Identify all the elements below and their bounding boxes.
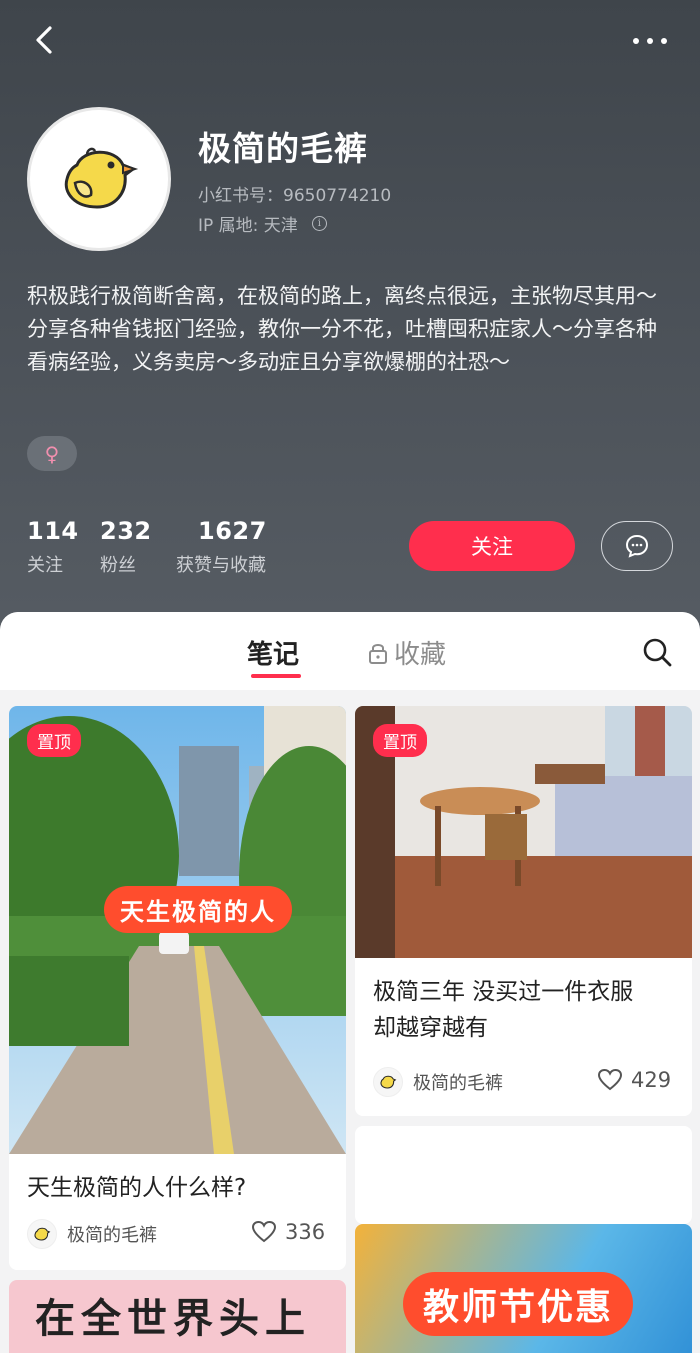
message-button[interactable] xyxy=(601,521,673,571)
tab-active-indicator xyxy=(251,674,301,678)
stat-value: 232 xyxy=(100,517,152,545)
note-card-placeholder xyxy=(355,1126,692,1224)
chick-logo-icon xyxy=(380,1075,397,1089)
ip-location-row: IP 属地: 天津 i xyxy=(198,211,327,236)
author-avatar xyxy=(27,1219,57,1249)
note-card[interactable]: 在全世界头上 xyxy=(9,1280,346,1353)
stat-label: 获赞与收藏 xyxy=(176,555,266,576)
note-card[interactable]: 置顶 极简三年 没买过一件衣服 却越穿越有 极简的毛裤 429 xyxy=(355,706,692,1116)
chick-logo-icon xyxy=(34,1227,51,1241)
author-name: 极简的毛裤 xyxy=(413,1073,503,1094)
like-count-value: 336 xyxy=(285,1220,326,1244)
note-author[interactable]: 极简的毛裤 xyxy=(373,1067,503,1097)
gender-female-icon: ♀ xyxy=(27,436,77,471)
bio: 积极践行极简断舍离，在极简的路上，离终点很远，主张物尽其用～ 分享各种省钱抠门经… xyxy=(27,280,677,379)
author-avatar xyxy=(373,1067,403,1097)
like-count-value: 429 xyxy=(631,1068,672,1092)
info-icon[interactable]: i xyxy=(311,216,327,231)
cover-caption: 教师节优惠 xyxy=(403,1272,634,1336)
chat-bubble-icon xyxy=(625,534,649,558)
stat-value: 1627 xyxy=(198,517,267,545)
heart-icon xyxy=(251,1220,277,1243)
bio-line: 分享各种省钱抠门经验，教你一分不花，吐槽囤积症家人～分享各种看病经验，义务卖房～… xyxy=(27,317,657,374)
stat-label: 关注 xyxy=(27,555,63,576)
like-count[interactable]: 336 xyxy=(251,1220,325,1244)
tab-favorites[interactable]: 收藏 xyxy=(368,634,446,671)
stat-followers[interactable]: 232 粉丝 xyxy=(100,517,152,577)
pinned-badge: 置顶 xyxy=(373,724,427,757)
lock-icon xyxy=(369,643,387,664)
tab-favorites-label: 收藏 xyxy=(394,640,447,670)
author-name: 极简的毛裤 xyxy=(67,1225,157,1246)
avatar[interactable] xyxy=(27,107,171,251)
note-title: 极简三年 没买过一件衣服 却越穿越有 xyxy=(373,974,633,1046)
note-card[interactable]: 置顶 天生极简的人 天生极简的人什么样? 极简的毛裤 336 xyxy=(9,706,346,1270)
ip-location: IP 属地: 天津 xyxy=(198,216,298,236)
stat-label: 粉丝 xyxy=(100,555,136,576)
more-options-icon[interactable] xyxy=(628,26,672,56)
pinned-badge: 置顶 xyxy=(27,724,81,757)
note-author[interactable]: 极简的毛裤 xyxy=(27,1219,157,1249)
note-card[interactable]: 教师节优惠 xyxy=(355,1224,692,1353)
chick-logo-icon xyxy=(64,147,139,209)
note-title-line: 却越穿越有 xyxy=(373,1015,488,1041)
follow-button[interactable]: 关注 xyxy=(409,521,575,571)
tab-notes[interactable]: 笔记 xyxy=(247,634,299,671)
cover-caption: 天生极简的人 xyxy=(104,886,292,933)
like-count[interactable]: 429 xyxy=(597,1068,671,1092)
cover-caption: 在全世界头上 xyxy=(35,1296,311,1342)
red-id: 小红书号：9650774210 xyxy=(198,186,392,206)
note-title: 天生极简的人什么样? xyxy=(27,1175,247,1201)
back-arrow-icon[interactable] xyxy=(28,22,64,58)
note-title-line: 极简三年 没买过一件衣服 xyxy=(373,979,634,1005)
nickname: 极简的毛裤 xyxy=(198,129,368,168)
stat-following[interactable]: 114 关注 xyxy=(27,517,79,577)
search-icon[interactable] xyxy=(641,636,673,668)
stat-value: 114 xyxy=(27,517,79,545)
profile-header: 极简的毛裤 小红书号：9650774210 IP 属地: 天津 i 积极践行极简… xyxy=(0,0,700,640)
tab-bar: 笔记 收藏 xyxy=(0,612,700,690)
heart-icon xyxy=(597,1068,623,1091)
stat-likes-collects[interactable]: 1627 获赞与收藏 xyxy=(176,517,267,577)
bio-line: 积极践行极简断舍离，在极简的路上，离终点很远，主张物尽其用～ xyxy=(27,284,657,308)
content-panel: 笔记 收藏 置顶 天生极简的人 天生极简的人什么样? 极简的毛裤 336 置顶 … xyxy=(0,612,700,1353)
